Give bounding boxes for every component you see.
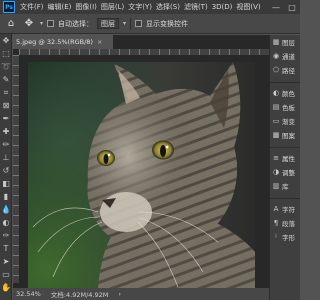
panel-character[interactable]: A 字符 bbox=[270, 202, 300, 216]
image-canvas[interactable] bbox=[28, 62, 255, 288]
hand-tool-icon[interactable]: ✋ bbox=[0, 281, 12, 294]
panel-adjustments[interactable]: ◑ 调整 bbox=[270, 165, 300, 179]
auto-select-checkbox[interactable] bbox=[47, 20, 55, 27]
gradient-tool-icon[interactable]: ▮ bbox=[0, 190, 12, 203]
swatches-icon: ▤ bbox=[272, 103, 280, 111]
properties-icon: ≡ bbox=[273, 154, 279, 162]
libraries-icon: ▥ bbox=[272, 182, 280, 190]
divider bbox=[130, 17, 132, 30]
pattern-icon: ▩ bbox=[272, 131, 280, 139]
channels-icon: ◉ bbox=[272, 52, 280, 60]
move-tool-icon[interactable]: ✥ bbox=[22, 17, 36, 31]
menu-edit[interactable]: 编辑(E) bbox=[46, 2, 74, 12]
frame-tool-icon[interactable]: ⊠ bbox=[0, 99, 12, 112]
panel-gradients[interactable]: ▭ 渐变 bbox=[270, 114, 300, 128]
shape-tool-icon[interactable]: ▭ bbox=[0, 268, 12, 281]
panel-swatches[interactable]: ▤ 色板 bbox=[270, 100, 300, 114]
adjustments-icon: ◑ bbox=[272, 168, 280, 176]
stamp-tool-icon[interactable]: ⊥ bbox=[0, 151, 12, 164]
photoshop-logo: Ps bbox=[3, 1, 15, 13]
maximize-button[interactable]: □ bbox=[284, 0, 300, 14]
lasso-tool-icon[interactable]: ➰ bbox=[0, 60, 12, 73]
panel-layers[interactable]: ▦ 图层 bbox=[270, 35, 300, 49]
gradient-icon: ▭ bbox=[272, 117, 280, 125]
eraser-tool-icon[interactable]: ◧ bbox=[0, 177, 12, 190]
menu-3d[interactable]: 3D(D) bbox=[210, 3, 235, 11]
history-brush-tool-icon[interactable]: ↺ bbox=[0, 164, 12, 177]
document-info: 文档:4.92M/4.92M bbox=[50, 291, 109, 299]
panel-properties[interactable]: ≡ 属性 bbox=[270, 151, 300, 165]
marquee-tool-icon[interactable]: ⬚ bbox=[0, 47, 12, 60]
tools-panel: ✥ ⬚ ➰ ✎ ⌗ ⊠ ✒ ✚ ✏ ⊥ ↺ ◧ ▮ 💧 ◐ ✑ T ➤ ▭ ✋ bbox=[0, 34, 12, 300]
vertical-ruler bbox=[13, 55, 19, 283]
menu-type[interactable]: 文字(Y) bbox=[126, 2, 154, 12]
menu-select[interactable]: 选择(S) bbox=[154, 2, 182, 12]
pen-tool-icon[interactable]: ✑ bbox=[0, 229, 12, 242]
character-icon: A bbox=[273, 205, 279, 213]
blur-tool-icon[interactable]: 💧 bbox=[0, 203, 12, 216]
paragraph-icon: ¶ bbox=[273, 219, 279, 227]
panel-patterns[interactable]: ▩ 图案 bbox=[270, 128, 300, 142]
options-bar: ⌂ ✥ ▾ 自动选择： 图层 ▾ 显示变换控件 bbox=[0, 14, 300, 34]
document-tab-title: 5.jpeg @ 32.5%(RGB/8) bbox=[16, 38, 93, 46]
show-transform-label: 显示变换控件 bbox=[146, 19, 189, 28]
menu-image[interactable]: 图像(I) bbox=[73, 2, 99, 12]
move-tool-icon[interactable]: ✥ bbox=[0, 34, 12, 47]
dodge-tool-icon[interactable]: ◐ bbox=[0, 216, 12, 229]
zoom-level[interactable]: 32.54% bbox=[16, 290, 41, 298]
document-tab[interactable]: 5.jpeg @ 32.5%(RGB/8) × bbox=[13, 35, 113, 49]
menu-view[interactable]: 视图(V) bbox=[234, 2, 262, 12]
show-transform-checkbox[interactable] bbox=[135, 20, 143, 27]
layer-select-dropdown[interactable]: 图层 bbox=[97, 18, 120, 29]
type-tool-icon[interactable]: T bbox=[0, 242, 12, 255]
brush-tool-icon[interactable]: ✏ bbox=[0, 138, 12, 151]
auto-select-label: 自动选择： bbox=[58, 19, 94, 28]
panel-libraries[interactable]: ▥ 库 bbox=[270, 179, 300, 193]
quick-select-tool-icon[interactable]: ✎ bbox=[0, 73, 12, 86]
menu-layer[interactable]: 图层(L) bbox=[99, 2, 126, 12]
cat-photo bbox=[32, 62, 255, 288]
horizontal-ruler bbox=[19, 49, 269, 55]
menu-bar: Ps 文件(F) 编辑(E) 图像(I) 图层(L) 文字(Y) 选择(S) 滤… bbox=[0, 0, 300, 14]
healing-tool-icon[interactable]: ✚ bbox=[0, 125, 12, 138]
color-icon: ◐ bbox=[272, 89, 280, 97]
panel-glyphs[interactable]: ʲ 字形 bbox=[270, 230, 300, 244]
status-bar: 32.54% 文档:4.92M/4.92M › bbox=[13, 288, 269, 300]
menu-filter[interactable]: 滤镜(T) bbox=[182, 2, 210, 12]
paths-icon: ⬠ bbox=[272, 66, 280, 74]
panel-paragraph[interactable]: ¶ 段落 bbox=[270, 216, 300, 230]
panel-dock: ▦ 图层 ◉ 通道 ⬠ 路径 ◐ 颜色 ▤ 色板 ▭ 渐变 ▩ 图案 ≡ 属性 … bbox=[269, 35, 300, 300]
crop-tool-icon[interactable]: ⌗ bbox=[0, 86, 12, 99]
minimize-button[interactable]: — bbox=[268, 0, 284, 14]
chevron-down-icon[interactable]: ▾ bbox=[123, 20, 126, 27]
panel-paths[interactable]: ⬠ 路径 bbox=[270, 63, 300, 77]
document-window: 5.jpeg @ 32.5%(RGB/8) × 32.54% 文档:4.92M/… bbox=[13, 35, 269, 300]
layers-icon: ▦ bbox=[272, 38, 280, 46]
menu-file[interactable]: 文件(F) bbox=[18, 2, 46, 12]
home-icon[interactable]: ⌂ bbox=[4, 17, 18, 31]
status-menu-arrow[interactable]: › bbox=[118, 290, 121, 298]
panel-color[interactable]: ◐ 颜色 bbox=[270, 86, 300, 100]
glyph-icon: ʲ bbox=[275, 233, 277, 241]
close-icon[interactable]: × bbox=[97, 38, 102, 46]
panel-channels[interactable]: ◉ 通道 bbox=[270, 49, 300, 63]
chevron-down-icon[interactable]: ▾ bbox=[40, 20, 43, 27]
eyedropper-tool-icon[interactable]: ✒ bbox=[0, 112, 12, 125]
path-select-tool-icon[interactable]: ➤ bbox=[0, 255, 12, 268]
